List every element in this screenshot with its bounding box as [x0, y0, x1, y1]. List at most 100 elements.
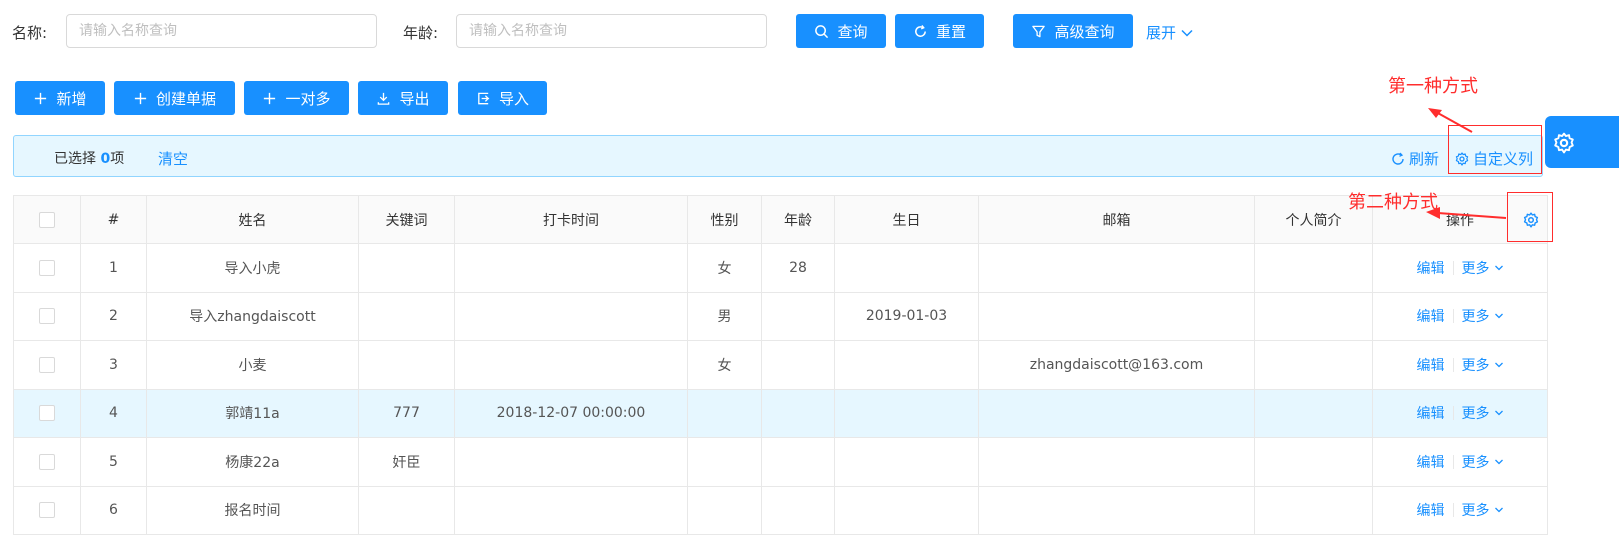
table-cell: 郭靖11a — [146, 389, 359, 438]
plus-icon — [264, 92, 276, 104]
more-dropdown[interactable]: 更多 — [1462, 306, 1504, 326]
import-label: 导入 — [498, 89, 529, 108]
select-all-checkbox[interactable] — [39, 211, 55, 228]
table-cell — [358, 340, 455, 390]
arrow-head — [1426, 207, 1440, 219]
chevron-down-icon — [1181, 29, 1193, 37]
table-cell — [834, 437, 979, 487]
divider — [1452, 406, 1454, 421]
divider — [1452, 503, 1454, 518]
more-dropdown[interactable]: 更多 — [1462, 452, 1504, 472]
reset-label: 重置 — [935, 22, 966, 41]
table-cell: 奸臣 — [358, 437, 455, 487]
select-all-cell — [13, 195, 81, 244]
expand-link[interactable]: 展开 — [1146, 22, 1194, 43]
row-select-cell — [13, 243, 81, 293]
annotation-arrows — [1426, 108, 1507, 219]
create-document-label: 创建单据 — [155, 89, 216, 108]
table-cell — [761, 437, 835, 487]
add-button[interactable]: 新增 — [15, 81, 105, 115]
query-button[interactable]: 查询 — [796, 14, 886, 48]
row-actions: 编辑 更多 — [1372, 437, 1548, 487]
import-button[interactable]: 导入 — [458, 81, 547, 115]
advanced-query-button[interactable]: 高级查询 — [1013, 14, 1133, 48]
plus-icon — [134, 92, 147, 104]
table-cell: 4 — [80, 389, 147, 438]
table-cell — [454, 486, 688, 535]
table-cell: 导入小虎 — [146, 243, 359, 293]
column-header: 关键词 — [358, 195, 455, 244]
reset-button[interactable]: 重置 — [895, 14, 984, 48]
table-cell — [761, 486, 835, 535]
selection-info: 已选择 0项 — [54, 148, 124, 168]
edit-link[interactable]: 编辑 — [1417, 355, 1445, 375]
table-cell: 女 — [687, 243, 762, 293]
import-icon — [478, 92, 490, 104]
table-row: 5 杨康22a 奸臣 编辑 更多 — [13, 437, 1548, 487]
row-checkbox[interactable] — [39, 308, 55, 325]
table-cell — [978, 243, 1255, 293]
more-label: 更多 — [1461, 406, 1490, 423]
row-checkbox[interactable] — [39, 453, 55, 470]
row-checkbox[interactable] — [39, 502, 55, 519]
more-dropdown[interactable]: 更多 — [1462, 500, 1504, 520]
age-label: 年龄: — [403, 24, 439, 42]
edit-link[interactable]: 编辑 — [1417, 403, 1445, 423]
row-actions: 编辑 更多 — [1372, 389, 1548, 438]
more-label: 更多 — [1461, 260, 1490, 277]
add-label: 新增 — [56, 89, 87, 108]
clear-selection-link[interactable]: 清空 — [158, 148, 188, 169]
name-search-input[interactable] — [66, 14, 377, 48]
selection-count: 0 — [100, 151, 111, 167]
table-cell — [978, 486, 1255, 535]
age-search-input[interactable] — [456, 14, 767, 48]
table-row: 3 小麦 女 zhangdaiscott@163.com 编辑 更多 — [13, 340, 1548, 390]
table-cell — [454, 437, 688, 487]
table-cell — [687, 437, 762, 487]
row-checkbox[interactable] — [39, 356, 55, 373]
edit-link[interactable]: 编辑 — [1417, 500, 1445, 520]
more-dropdown[interactable]: 更多 — [1462, 258, 1504, 278]
table-cell — [1254, 340, 1373, 390]
table-cell — [834, 389, 979, 438]
reload-icon — [915, 24, 926, 37]
more-label: 更多 — [1461, 357, 1490, 374]
settings-side-tab[interactable] — [1545, 116, 1619, 168]
column-header: 打卡时间 — [454, 195, 688, 244]
table-cell: 3 — [80, 340, 147, 390]
table-cell: 男 — [687, 292, 762, 341]
table-cell — [454, 292, 688, 341]
divider — [1452, 454, 1454, 469]
query-label: 查询 — [837, 22, 868, 41]
download-icon — [378, 92, 390, 105]
table-cell — [1254, 486, 1373, 535]
table-cell: zhangdaiscott@163.com — [978, 340, 1255, 390]
row-checkbox[interactable] — [39, 259, 55, 276]
create-document-button[interactable]: 创建单据 — [114, 81, 235, 115]
edit-link[interactable]: 编辑 — [1417, 306, 1445, 326]
search-icon — [815, 24, 829, 38]
row-select-cell — [13, 437, 81, 487]
column-header: 邮箱 — [978, 195, 1255, 244]
row-select-cell — [13, 292, 81, 341]
table-cell — [358, 292, 455, 341]
edit-link[interactable]: 编辑 — [1417, 452, 1445, 472]
row-checkbox[interactable] — [39, 405, 55, 422]
table-cell: 777 — [358, 389, 455, 438]
one-to-many-label: 一对多 — [285, 89, 331, 108]
expand-label: 展开 — [1146, 24, 1177, 42]
export-button[interactable]: 导出 — [358, 81, 448, 115]
more-dropdown[interactable]: 更多 — [1462, 355, 1504, 375]
export-label: 导出 — [399, 89, 430, 108]
more-label: 更多 — [1461, 454, 1490, 471]
table-cell — [1254, 292, 1373, 341]
one-to-many-button[interactable]: 一对多 — [244, 81, 349, 115]
table-cell — [358, 243, 455, 293]
table-cell — [761, 340, 835, 390]
chevron-down-icon — [1494, 265, 1503, 271]
edit-link[interactable]: 编辑 — [1417, 258, 1445, 278]
selection-alert: 已选择 0项 清空 刷新 自定义列 — [13, 135, 1543, 177]
divider — [1452, 309, 1454, 324]
table-cell: 1 — [80, 243, 147, 293]
more-dropdown[interactable]: 更多 — [1462, 403, 1504, 423]
